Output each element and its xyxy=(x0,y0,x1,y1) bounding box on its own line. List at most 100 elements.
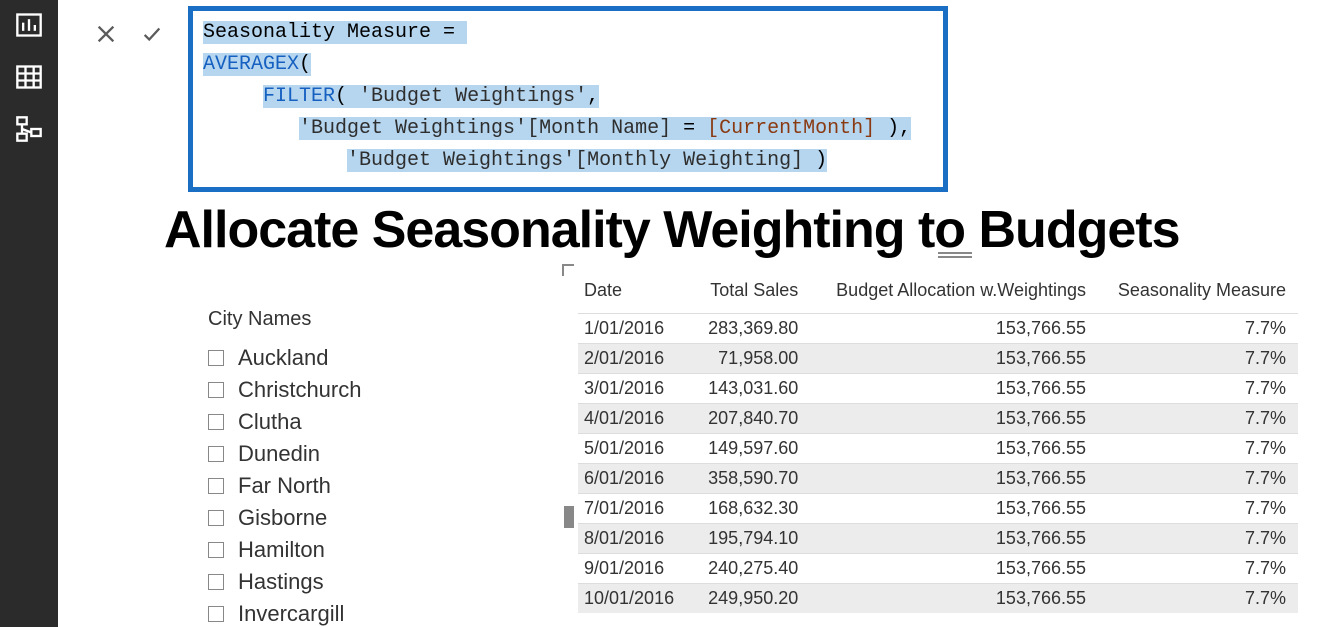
slicer-item[interactable]: Auckland xyxy=(208,345,508,371)
slicer-item-label: Gisborne xyxy=(238,505,327,531)
table-cell: 195,794.10 xyxy=(694,524,810,554)
checkbox-icon[interactable] xyxy=(208,606,224,622)
slicer-item[interactable]: Christchurch xyxy=(208,377,508,403)
table-row[interactable]: 8/01/2016195,794.10153,766.557.7% xyxy=(578,524,1298,554)
table-cell: 7.7% xyxy=(1098,584,1298,614)
slicer-item-label: Dunedin xyxy=(238,441,320,467)
formula-token: ) xyxy=(803,149,827,172)
formula-token: ( xyxy=(299,53,311,76)
table-row[interactable]: 1/01/2016283,369.80153,766.557.7% xyxy=(578,314,1298,344)
commit-formula-button[interactable] xyxy=(138,20,166,48)
col-date[interactable]: Date xyxy=(578,270,694,314)
table-cell: 7.7% xyxy=(1098,434,1298,464)
col-total-sales[interactable]: Total Sales xyxy=(694,270,810,314)
city-slicer[interactable]: City Names Auckland Christchurch Clutha Dun… xyxy=(208,270,508,627)
table-cell: 7.7% xyxy=(1098,404,1298,434)
table-row[interactable]: 3/01/2016143,031.60153,766.557.7% xyxy=(578,374,1298,404)
table-cell: 240,275.40 xyxy=(694,554,810,584)
formula-pad xyxy=(203,117,299,140)
table-cell: 153,766.55 xyxy=(810,404,1098,434)
formula-token: ), xyxy=(875,117,911,140)
slicer-item[interactable]: Dunedin xyxy=(208,441,508,467)
table-cell: 358,590.70 xyxy=(694,464,810,494)
table-row[interactable]: 4/01/2016207,840.70153,766.557.7% xyxy=(578,404,1298,434)
table-cell: 153,766.55 xyxy=(810,344,1098,374)
table-row[interactable]: 6/01/2016358,590.70153,766.557.7% xyxy=(578,464,1298,494)
checkbox-icon[interactable] xyxy=(208,446,224,462)
cancel-formula-button[interactable] xyxy=(92,20,120,48)
table-cell: 7.7% xyxy=(1098,554,1298,584)
app-root: Seasonality Measure = AVERAGEX( FILTER( … xyxy=(0,0,1332,627)
slicer-item-label: Christchurch xyxy=(238,377,361,403)
table-cell: 153,766.55 xyxy=(810,584,1098,614)
formula-function: FILTER xyxy=(263,85,335,108)
slicer-header: City Names xyxy=(208,308,508,331)
table-cell: 9/01/2016 xyxy=(578,554,694,584)
formula-pad xyxy=(203,85,263,108)
formula-table: 'Budget Weightings' xyxy=(359,85,587,108)
table-row[interactable]: 9/01/2016240,275.40153,766.557.7% xyxy=(578,554,1298,584)
slicer-item[interactable]: Gisborne xyxy=(208,505,508,531)
table-cell: 6/01/2016 xyxy=(578,464,694,494)
checkbox-icon[interactable] xyxy=(208,382,224,398)
table-cell: 153,766.55 xyxy=(810,554,1098,584)
formula-editor[interactable]: Seasonality Measure = AVERAGEX( FILTER( … xyxy=(188,6,948,192)
checkbox-icon[interactable] xyxy=(208,510,224,526)
table-cell: 153,766.55 xyxy=(810,314,1098,344)
formula-pad xyxy=(203,149,347,172)
slicer-item[interactable]: Invercargill xyxy=(208,601,508,627)
slicer-item[interactable]: Clutha xyxy=(208,409,508,435)
checkbox-icon[interactable] xyxy=(208,414,224,430)
slicer-item-label: Invercargill xyxy=(238,601,344,627)
table-cell: 5/01/2016 xyxy=(578,434,694,464)
model-view-icon[interactable] xyxy=(14,114,44,144)
drag-handle-icon[interactable] xyxy=(938,250,972,258)
table-cell: 143,031.60 xyxy=(694,374,810,404)
col-budget-allocation[interactable]: Budget Allocation w.Weightings xyxy=(810,270,1098,314)
report-view-icon[interactable] xyxy=(14,10,44,40)
table-cell: 249,950.20 xyxy=(694,584,810,614)
formula-table: 'Budget Weightings' xyxy=(347,149,575,172)
table-cell: 71,958.00 xyxy=(694,344,810,374)
table-cell: 168,632.30 xyxy=(694,494,810,524)
table-cell: 7.7% xyxy=(1098,494,1298,524)
table-cell: 153,766.55 xyxy=(810,434,1098,464)
table-cell: 7.7% xyxy=(1098,314,1298,344)
formula-function: AVERAGEX xyxy=(203,53,299,76)
slicer-item[interactable]: Hamilton xyxy=(208,537,508,563)
formula-column: [Monthly Weighting] xyxy=(575,149,803,172)
page-title: Allocate Seasonality Weighting to Budget… xyxy=(164,200,1332,260)
table-cell: 153,766.55 xyxy=(810,524,1098,554)
table-cell: 4/01/2016 xyxy=(578,404,694,434)
slicer-item-label: Hastings xyxy=(238,569,324,595)
table-cell: 7/01/2016 xyxy=(578,494,694,524)
formula-token: ( xyxy=(335,85,359,108)
table-row[interactable]: 2/01/201671,958.00153,766.557.7% xyxy=(578,344,1298,374)
table-row[interactable]: 7/01/2016168,632.30153,766.557.7% xyxy=(578,494,1298,524)
resize-handle-corner-icon[interactable] xyxy=(562,264,574,276)
slicer-item-label: Hamilton xyxy=(238,537,325,563)
table-cell: 7.7% xyxy=(1098,524,1298,554)
col-seasonality[interactable]: Seasonality Measure xyxy=(1098,270,1298,314)
table-cell: 283,369.80 xyxy=(694,314,810,344)
nav-rail xyxy=(0,0,58,627)
resize-handle-left-icon[interactable] xyxy=(564,506,574,528)
table-row[interactable]: 5/01/2016149,597.60153,766.557.7% xyxy=(578,434,1298,464)
formula-actions xyxy=(58,6,188,48)
formula-bar-row: Seasonality Measure = AVERAGEX( FILTER( … xyxy=(58,0,1332,192)
table-visual[interactable]: Date Total Sales Budget Allocation w.Wei… xyxy=(578,270,1332,627)
table-row[interactable]: 10/01/2016249,950.20153,766.557.7% xyxy=(578,584,1298,614)
table-cell: 7.7% xyxy=(1098,374,1298,404)
checkbox-icon[interactable] xyxy=(208,350,224,366)
checkbox-icon[interactable] xyxy=(208,542,224,558)
formula-measure: [CurrentMonth] xyxy=(707,117,875,140)
slicer-item[interactable]: Hastings xyxy=(208,569,508,595)
checkbox-icon[interactable] xyxy=(208,478,224,494)
data-view-icon[interactable] xyxy=(14,62,44,92)
slicer-item[interactable]: Far North xyxy=(208,473,508,499)
table-cell: 10/01/2016 xyxy=(578,584,694,614)
checkbox-icon[interactable] xyxy=(208,574,224,590)
table-cell: 153,766.55 xyxy=(810,374,1098,404)
formula-token: = xyxy=(671,117,707,140)
formula-token: , xyxy=(587,85,599,108)
